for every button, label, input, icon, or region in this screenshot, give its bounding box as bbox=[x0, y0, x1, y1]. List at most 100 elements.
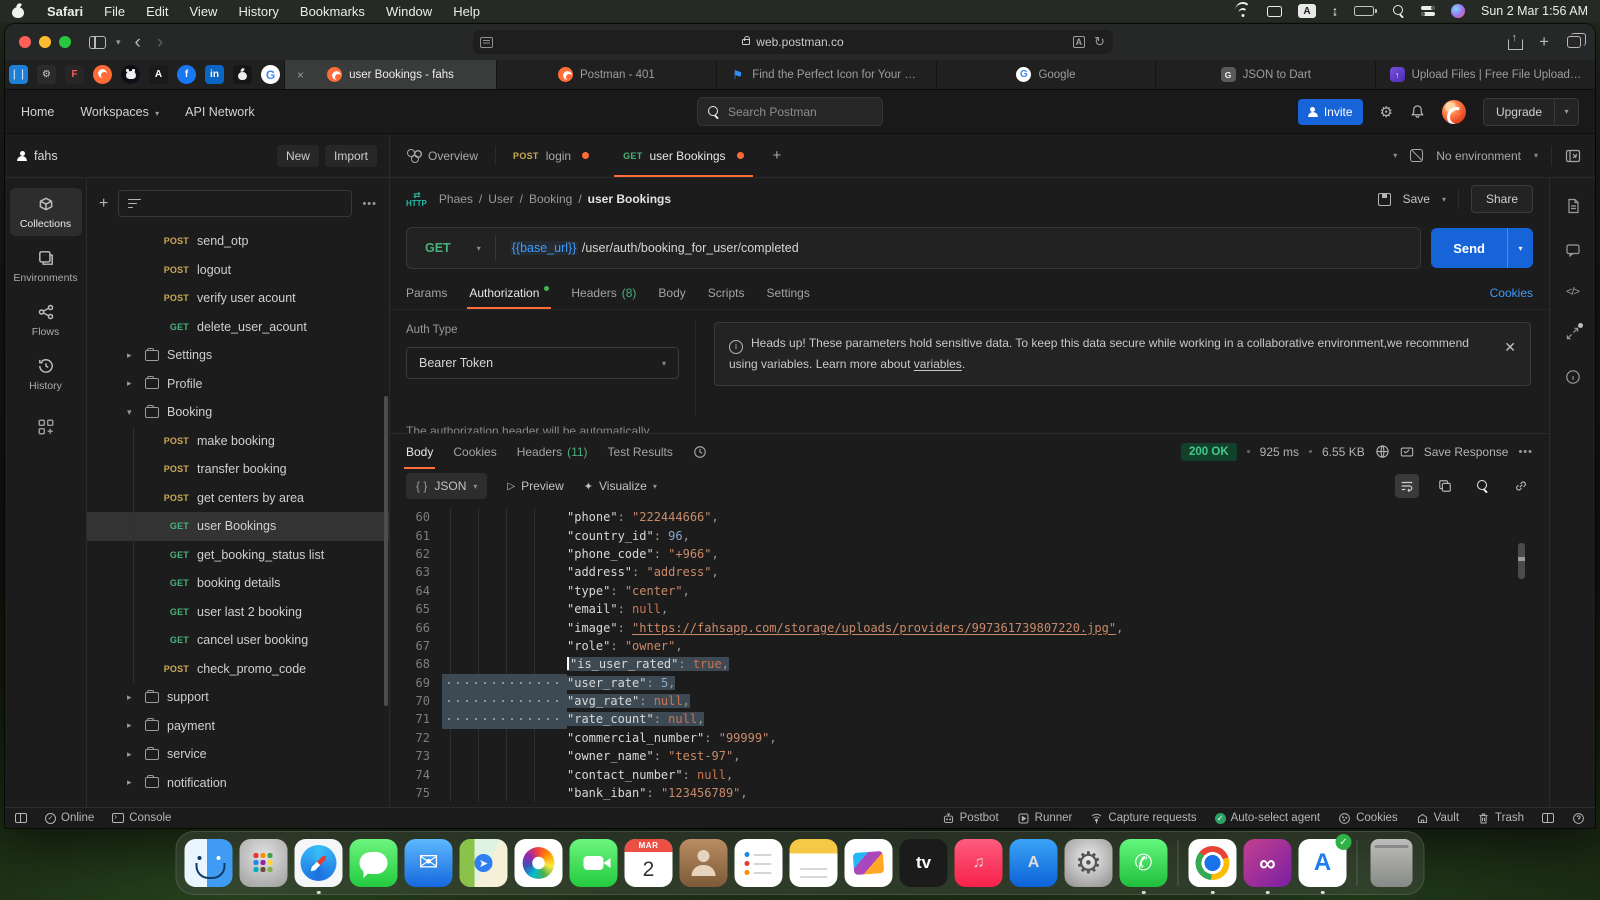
footer-trash[interactable]: Trash bbox=[1477, 812, 1524, 825]
dock-xcode-icon[interactable]: A✓ bbox=[1299, 839, 1347, 887]
apple-menu-icon[interactable] bbox=[12, 4, 24, 18]
rail-item-flows[interactable]: Flows bbox=[10, 296, 82, 344]
dock-messages-icon[interactable] bbox=[350, 839, 398, 887]
address-bar[interactable]: web.postman.co A ↻ bbox=[473, 30, 1113, 54]
request-transfer-booking[interactable]: POSTtransfer booking bbox=[87, 455, 389, 484]
facebook-favicon[interactable]: f bbox=[177, 65, 196, 84]
browser-tab[interactable]: GJSON to Dart bbox=[1155, 60, 1375, 89]
dock-notes-icon[interactable] bbox=[790, 839, 838, 887]
accessibility-icon[interactable]: ↨ bbox=[1332, 4, 1338, 18]
folder-service[interactable]: ▸service bbox=[87, 740, 389, 769]
response-history-icon[interactable] bbox=[693, 445, 707, 459]
zoom-window-button[interactable] bbox=[59, 36, 71, 48]
apple-favicon[interactable] bbox=[233, 65, 252, 84]
more-tools-icon[interactable] bbox=[37, 418, 55, 436]
save-chevron-icon[interactable]: ▾ bbox=[1442, 195, 1446, 204]
menu-history[interactable]: History bbox=[238, 4, 278, 19]
browser-tab[interactable]: ↑Upload Files | Free File Upload and Tra… bbox=[1375, 60, 1595, 89]
f-app-favicon[interactable]: F bbox=[65, 65, 84, 84]
footer-auto-select-agent[interactable]: ✓Auto-select agent bbox=[1215, 812, 1321, 824]
browser-tab[interactable]: GGoogle bbox=[936, 60, 1156, 89]
save-response-button[interactable]: Save Response bbox=[1424, 445, 1509, 459]
wrap-text-icon[interactable] bbox=[1395, 474, 1419, 498]
chevron-right-icon[interactable]: ▸ bbox=[127, 749, 139, 760]
share-page-icon[interactable] bbox=[1508, 35, 1521, 50]
request-booking-details[interactable]: GETbooking details bbox=[87, 569, 389, 598]
comments-icon[interactable] bbox=[1565, 242, 1581, 258]
upgrade-chevron-icon[interactable]: ▾ bbox=[1554, 99, 1578, 125]
rail-item-environments[interactable]: Environments bbox=[10, 242, 82, 290]
variables-link[interactable]: variables bbox=[914, 357, 962, 371]
browser-tab-active[interactable]: × user Bookings - fahs bbox=[284, 60, 496, 89]
sidebar-toggle-icon[interactable] bbox=[89, 36, 106, 49]
display-icon[interactable] bbox=[1267, 6, 1282, 17]
tab-list-chevron-icon[interactable]: ▾ bbox=[1393, 151, 1397, 160]
dock-trash-icon[interactable] bbox=[1371, 839, 1413, 887]
rail-item-history[interactable]: History bbox=[10, 350, 82, 398]
back-button[interactable]: ‹ bbox=[135, 33, 141, 52]
settings-app-favicon[interactable]: ⚙ bbox=[37, 65, 56, 84]
request-verify-user-acount[interactable]: POSTverify user acount bbox=[87, 284, 389, 313]
response-size[interactable]: 6.55 KB bbox=[1322, 445, 1365, 459]
footer-capture-requests[interactable]: Capture requests bbox=[1090, 812, 1196, 825]
page-settings-icon[interactable] bbox=[480, 37, 493, 48]
dock-facetime-icon[interactable] bbox=[570, 839, 618, 887]
tab-settings[interactable]: Settings bbox=[766, 276, 809, 309]
tab-authorization[interactable]: Authorization bbox=[469, 276, 549, 309]
chevron-right-icon[interactable]: ▸ bbox=[127, 777, 139, 788]
tab-overview[interactable]: Overview bbox=[390, 134, 495, 177]
dock-freeform-icon[interactable] bbox=[845, 839, 893, 887]
status-badge[interactable]: 200 OK bbox=[1181, 443, 1237, 461]
request-check-promo-code[interactable]: POSTcheck_promo_code bbox=[87, 655, 389, 684]
tab-scripts[interactable]: Scripts bbox=[708, 276, 745, 309]
related-requests-icon[interactable] bbox=[1565, 326, 1580, 341]
request-make-booking[interactable]: POSTmake booking bbox=[87, 427, 389, 456]
sidebar-chevron-icon[interactable]: ▾ bbox=[116, 37, 121, 48]
dock-settings-icon[interactable]: ⚙ bbox=[1065, 839, 1113, 887]
sidebar-scrollbar[interactable] bbox=[384, 396, 388, 706]
panel-toggle-icon[interactable] bbox=[15, 813, 27, 823]
request-send-otp[interactable]: POSTsend_otp bbox=[87, 227, 389, 256]
close-tab-icon[interactable]: × bbox=[297, 68, 304, 82]
nav-api-network[interactable]: API Network bbox=[185, 105, 254, 119]
preview-button[interactable]: ▷ Preview bbox=[507, 479, 563, 493]
search-response-icon[interactable] bbox=[1471, 474, 1495, 498]
menu-view[interactable]: View bbox=[190, 4, 218, 19]
dock-mail-icon[interactable]: ✉ bbox=[405, 839, 453, 887]
browser-tab[interactable]: ⚑Find the Perfect Icon for Your Project … bbox=[716, 60, 936, 89]
base-url-variable[interactable]: {{base_url}} bbox=[510, 241, 579, 255]
folder-notification[interactable]: ▸notification bbox=[87, 769, 389, 798]
share-button[interactable]: Share bbox=[1471, 185, 1533, 213]
request-get-centers-by-area[interactable]: POSTget centers by area bbox=[87, 484, 389, 513]
folder-payment[interactable]: ▸payment bbox=[87, 712, 389, 741]
battery-icon[interactable] bbox=[1354, 6, 1377, 16]
nav-workspaces[interactable]: Workspaces ▾ bbox=[80, 105, 159, 119]
tab-user-bookings-request[interactable]: GET user Bookings bbox=[606, 134, 760, 177]
chevron-right-icon[interactable]: ▸ bbox=[127, 350, 139, 361]
dock-infinity-icon[interactable]: ∞ bbox=[1244, 839, 1292, 887]
footer-postbot[interactable]: Postbot bbox=[942, 812, 999, 825]
filter-collections-input[interactable] bbox=[118, 190, 352, 217]
footer-runner[interactable]: Runner bbox=[1017, 812, 1073, 825]
close-window-button[interactable] bbox=[19, 36, 31, 48]
reload-icon[interactable]: ↻ bbox=[1094, 34, 1105, 50]
folder-settings[interactable]: ▸Settings bbox=[87, 341, 389, 370]
environment-quick-look-icon[interactable] bbox=[1565, 148, 1581, 164]
dock-calendar-icon[interactable]: MAR2 bbox=[625, 839, 673, 887]
response-tab-body[interactable]: Body bbox=[406, 434, 433, 469]
sidebar-more-icon[interactable]: ••• bbox=[362, 198, 377, 210]
menu-file[interactable]: File bbox=[104, 4, 125, 19]
pause-app-favicon[interactable]: ❘❘ bbox=[9, 65, 28, 84]
dismiss-banner-icon[interactable]: ✕ bbox=[1504, 335, 1516, 360]
footer-cookies[interactable]: Cookies bbox=[1338, 812, 1398, 825]
cookies-link[interactable]: Cookies bbox=[1490, 286, 1533, 300]
menu-bar-clock[interactable]: Sun 2 Mar 1:56 AM bbox=[1481, 4, 1588, 18]
workspace-name[interactable]: fahs bbox=[17, 149, 58, 163]
dock-reminders-icon[interactable] bbox=[735, 839, 783, 887]
menu-window[interactable]: Window bbox=[386, 4, 432, 19]
dock-photos-icon[interactable] bbox=[515, 839, 563, 887]
format-select[interactable]: { } JSON ▾ bbox=[406, 473, 487, 499]
dock-launchpad-icon[interactable] bbox=[240, 839, 288, 887]
nav-home[interactable]: Home bbox=[21, 105, 54, 119]
siri-icon[interactable] bbox=[1451, 4, 1465, 18]
